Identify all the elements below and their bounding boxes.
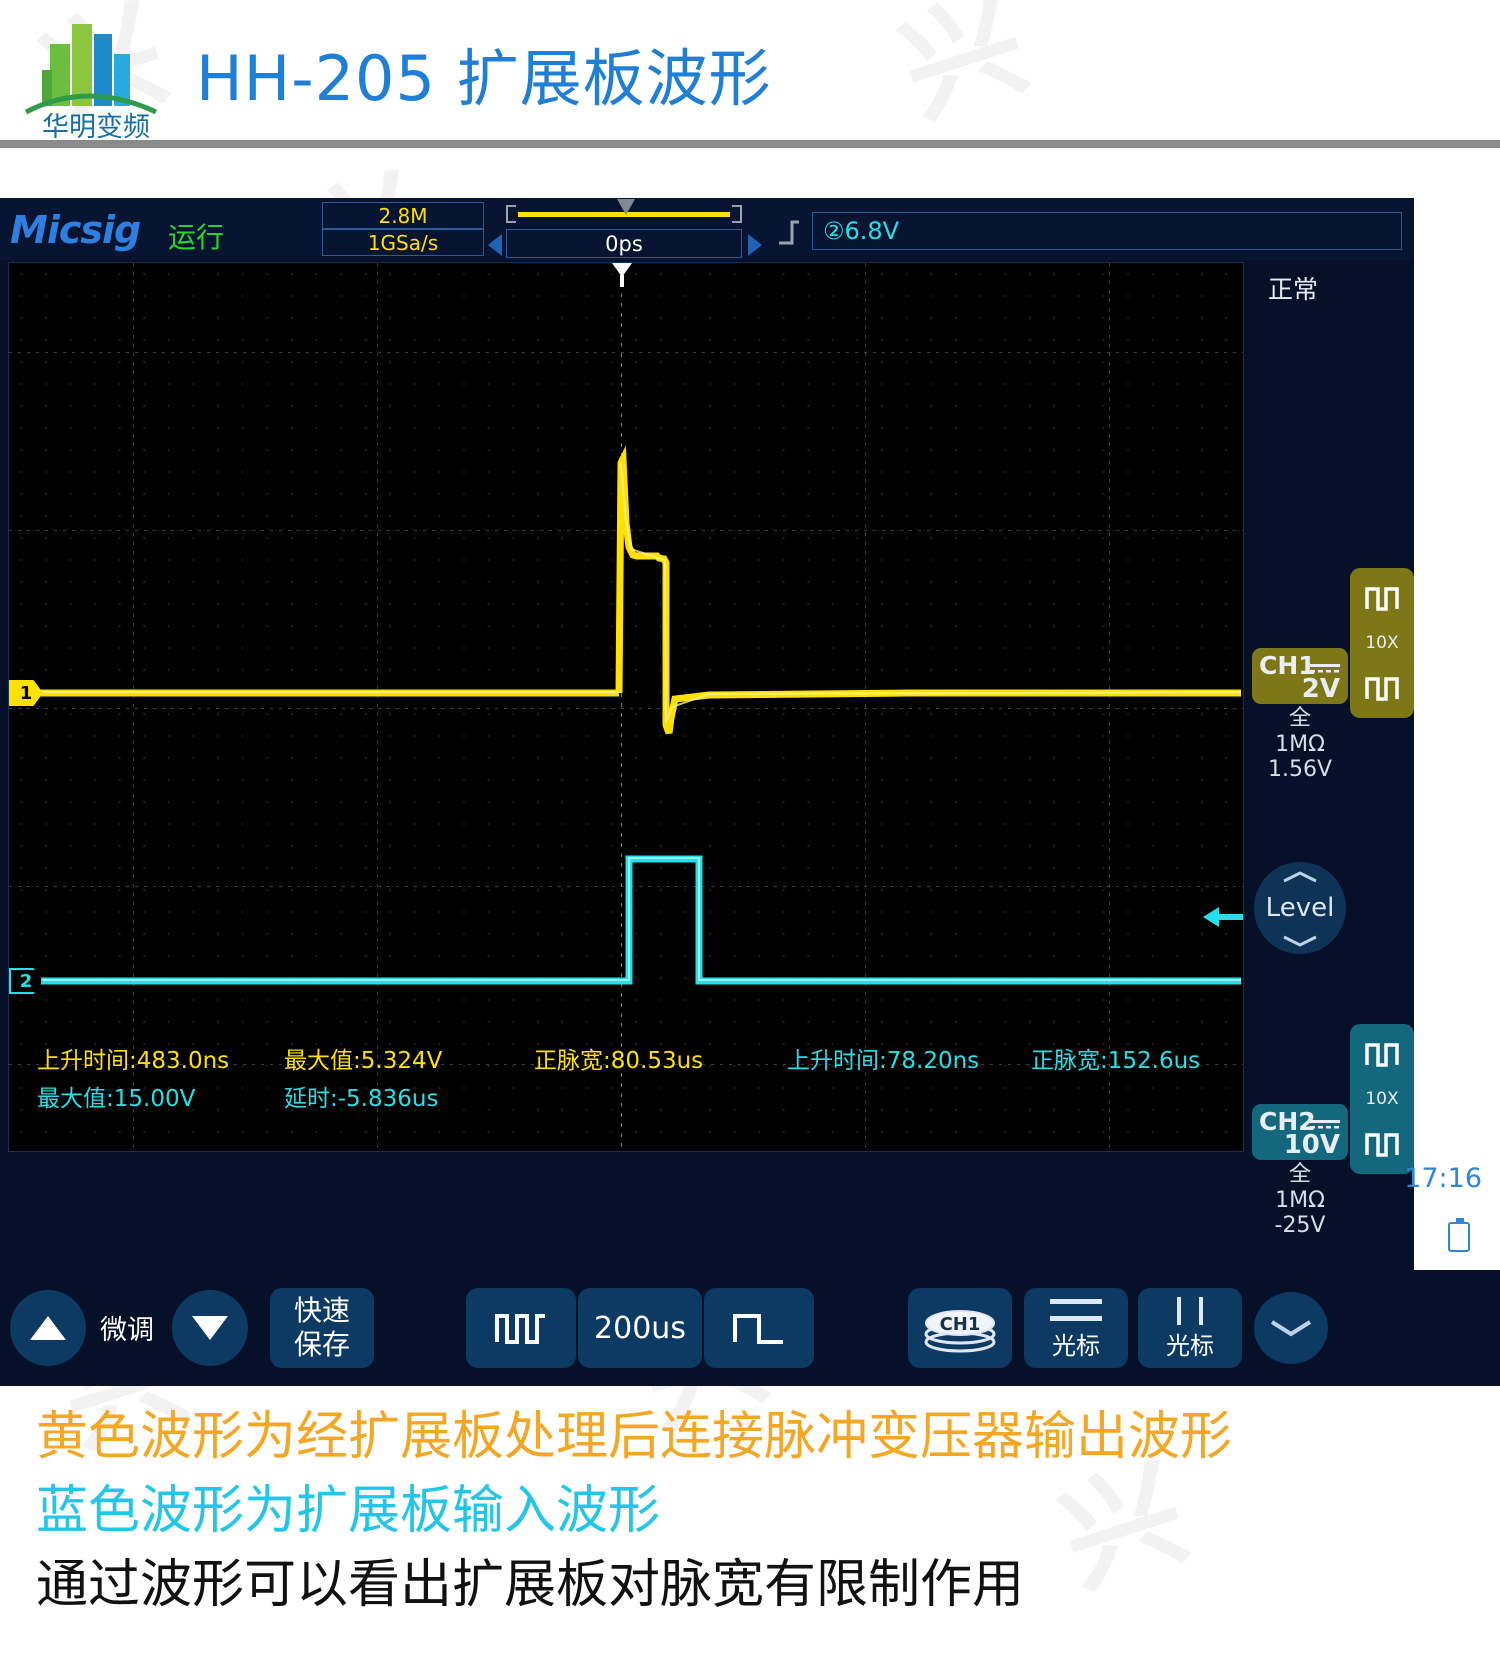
triangle-up-icon	[30, 1316, 66, 1340]
micsig-logo: Micsig	[10, 208, 141, 252]
ch1-coupling-label: 全	[1288, 706, 1311, 731]
position-marker-icon	[617, 199, 635, 215]
horizontal-cursor-label: 光标	[1052, 1331, 1100, 1360]
oscilloscope-screen: Micsig 运行 2.8M 1GSa/s 0ps ②6.8V 1 2 上升时间…	[0, 198, 1414, 1270]
company-logo: 华明变频	[16, 8, 176, 140]
chevron-down-icon	[1270, 1320, 1312, 1337]
scope-top-bar: Micsig 运行 2.8M 1GSa/s 0ps ②6.8V	[0, 198, 1414, 260]
scope-right-panel: 正常 CH1 2V 全 1MΩ 1.56V 10X Level CH2 10V …	[1246, 262, 1414, 1238]
delay-value-field[interactable]: 0ps	[506, 229, 742, 258]
triangle-down-icon	[192, 1316, 228, 1340]
horizontal-position-bar[interactable]	[506, 199, 742, 225]
page-header: 华明变频 HH-205 扩展板波形	[0, 0, 1500, 148]
caption-line-yellow: 黄色波形为经扩展板处理后连接脉冲变压器输出波形	[36, 1407, 1233, 1467]
ch2-info: 全 1MΩ -25V	[1252, 1162, 1348, 1238]
trigger-level-arrow-icon[interactable]	[1203, 905, 1243, 929]
vertical-cursor-button[interactable]: 光标	[1138, 1288, 1242, 1368]
ch2-trace	[23, 855, 1241, 985]
ch2-scale: 10V	[1283, 1130, 1340, 1160]
ch1-probe-ratio[interactable]: 10X	[1350, 628, 1414, 658]
measurement-ch2-pulse-width: 正脉宽:152.6us	[1031, 1048, 1201, 1074]
ch2-dc-coupling-icon	[1310, 1114, 1340, 1129]
page-title: HH-205 扩展板波形	[196, 42, 772, 115]
horizontal-cursor-button[interactable]: 光标	[1024, 1288, 1128, 1368]
ch1-impedance: 1MΩ	[1275, 732, 1325, 757]
measurement-ch2-delay: 延时:-5.836us	[284, 1086, 439, 1112]
waveform-grid[interactable]: 1 2 上升时间:483.0ns 最大值:5.324V 正脉宽:80.53us …	[8, 262, 1244, 1152]
toolbar-collapse-button[interactable]	[1254, 1292, 1328, 1364]
ch2-impedance: 1MΩ	[1275, 1188, 1325, 1213]
memory-depth-field[interactable]: 2.8M	[322, 202, 484, 229]
scope-bottom-toolbar: 微调 快速 保存 200us CH1 光标 光标	[0, 1270, 1500, 1386]
sample-rate-field[interactable]: 1GSa/s	[322, 229, 484, 256]
vertical-cursor-label: 光标	[1166, 1331, 1214, 1360]
timebase-value[interactable]: 200us	[578, 1288, 702, 1368]
level-down-chevron-icon[interactable]	[1282, 934, 1318, 948]
ch1-probe-down-button[interactable]	[1350, 658, 1414, 718]
level-knob-label: Level	[1265, 893, 1335, 923]
quick-save-line2: 保存	[293, 1328, 350, 1361]
ch1-dc-coupling-icon	[1310, 658, 1340, 673]
fine-tune-label: 微调	[100, 1315, 154, 1346]
ch2-probe-ratio[interactable]: 10X	[1350, 1084, 1414, 1114]
channel-stack-icon: CH1	[924, 1310, 996, 1353]
ch1-offset: 1.56V	[1267, 757, 1333, 782]
fine-tune-up-button[interactable]	[10, 1290, 86, 1366]
caption-block: 黄色波形为经扩展板处理后连接脉冲变压器输出波形 蓝色波形为扩展板输入波形 通过波…	[36, 1400, 1476, 1622]
position-bracket-right	[732, 205, 742, 223]
vertical-cursor-icon	[1177, 1296, 1203, 1325]
position-bracket-left	[506, 205, 516, 223]
ch1-probe-up-button[interactable]	[1350, 568, 1414, 628]
measurement-ch2-rise-time: 上升时间:78.20ns	[787, 1048, 980, 1074]
narrow-pulses-icon	[495, 1314, 545, 1344]
channel-button-text: CH1	[940, 1314, 981, 1335]
timebase-zoom-in-button[interactable]	[704, 1288, 814, 1368]
measurement-ch1-max: 最大值:5.324V	[284, 1048, 443, 1074]
channel-select-button[interactable]: CH1	[908, 1288, 1012, 1368]
timebase-zoom-out-button[interactable]	[466, 1288, 576, 1368]
quick-save-line1: 快速	[293, 1294, 350, 1327]
ch2-coupling-label: 全	[1288, 1162, 1311, 1187]
measurement-ch1-pulse-width: 正脉宽:80.53us	[534, 1048, 704, 1074]
ch1-badge[interactable]: CH1 2V	[1252, 648, 1348, 704]
run-status: 运行	[168, 221, 225, 254]
trigger-slope-icon[interactable]	[776, 218, 802, 246]
trigger-mode-label: 正常	[1268, 275, 1319, 304]
ch1-scale: 2V	[1301, 674, 1340, 704]
ch2-offset: -25V	[1274, 1213, 1326, 1238]
caption-line-blue: 蓝色波形为扩展板输入波形	[36, 1481, 661, 1541]
status-clock: 17:16	[1404, 1163, 1482, 1194]
quick-save-button[interactable]: 快速 保存	[270, 1288, 374, 1368]
delay-decrease-arrow-icon[interactable]	[488, 234, 502, 256]
caption-line-black: 通过波形可以看出扩展板对脉宽有限制作用	[36, 1555, 1025, 1615]
ch1-info: 全 1MΩ 1.56V	[1252, 706, 1348, 782]
ch2-badge[interactable]: CH2 10V	[1252, 1104, 1348, 1160]
delay-increase-arrow-icon[interactable]	[748, 234, 762, 256]
level-up-chevron-icon[interactable]	[1282, 870, 1318, 884]
ch2-probe-up-button[interactable]	[1350, 1024, 1414, 1084]
header-divider	[0, 140, 1500, 148]
page-root: 兴 兴 兴 兴 兴 兴 华明变频 HH-205 扩展板波形 Micsig 运行 …	[0, 0, 1500, 1664]
horizontal-cursor-icon	[1050, 1298, 1102, 1321]
waveform-traces	[23, 445, 1242, 985]
fine-tune-down-button[interactable]	[172, 1290, 248, 1366]
logo-text: 华明变频	[42, 112, 150, 140]
wide-pulse-icon	[733, 1314, 783, 1344]
measurement-ch1-rise-time: 上升时间:483.0ns	[37, 1048, 230, 1074]
ch1-trace-glow	[23, 462, 1242, 724]
battery-icon	[1448, 1218, 1470, 1252]
measurement-ch2-max: 最大值:15.00V	[37, 1086, 196, 1112]
trigger-level-field[interactable]: ②6.8V	[812, 212, 1402, 250]
